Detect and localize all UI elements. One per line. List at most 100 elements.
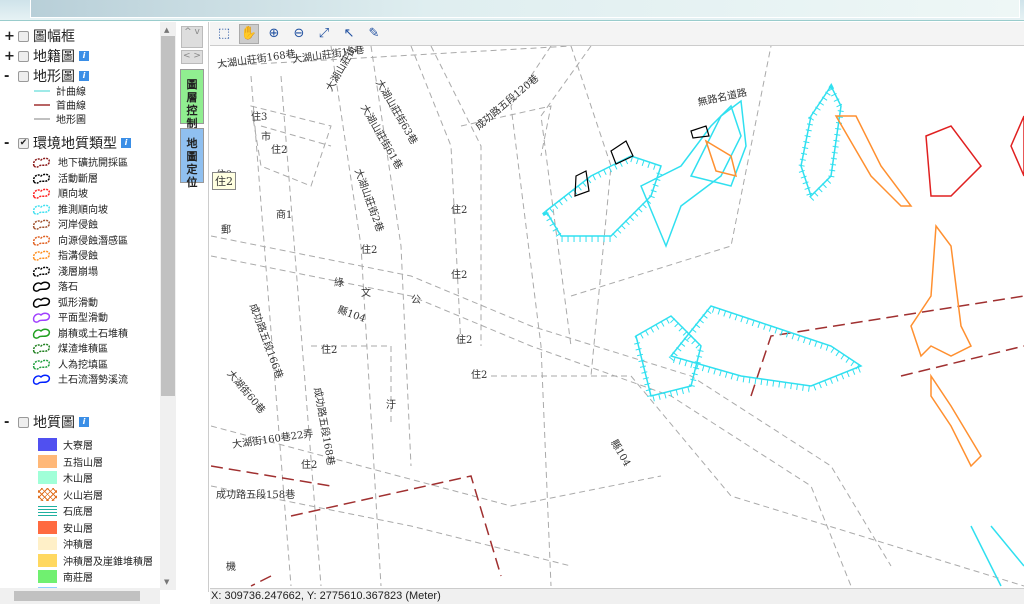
legend-label: 首曲線 <box>56 101 86 112</box>
map-label: 住3 <box>251 112 268 123</box>
color-swatch <box>38 454 57 468</box>
expand-toggle[interactable]: + <box>4 29 15 44</box>
legend-label: 落石 <box>58 282 78 293</box>
map-label: 住2 <box>271 145 288 156</box>
map-label: 住2 <box>451 270 468 281</box>
env-geology-legend-item: 地下礦抗開採區 <box>32 154 128 169</box>
legend-label: 淺層崩塌 <box>58 266 98 278</box>
select-button[interactable]: ↖ <box>339 24 359 44</box>
outline-swatch-icon <box>32 173 51 184</box>
env-geology-legend-item: 指溝侵蝕 <box>32 247 98 262</box>
pan-icon: ✋ <box>240 26 258 41</box>
geology-legend-item: 五指山層 <box>38 454 103 469</box>
env-geology-legend-item: 崩積或土石堆積 <box>32 325 128 340</box>
layer-checkbox[interactable] <box>18 416 29 428</box>
env-geology-legend-item: 弧形滑動 <box>32 294 98 309</box>
info-icon[interactable]: i <box>79 417 89 427</box>
color-swatch <box>38 520 57 534</box>
expand-toggle[interactable]: - <box>4 415 14 430</box>
color-swatch <box>38 471 57 484</box>
collapse-vertical-button[interactable]: ^ v <box>181 26 203 48</box>
map-label: 機 <box>226 562 236 573</box>
layer-checkbox[interactable] <box>18 30 29 42</box>
collapse-horizontal-button[interactable]: < > <box>181 50 203 64</box>
map-label: 住2 <box>456 335 473 346</box>
zoom-out-icon: ⊖ <box>293 26 305 41</box>
map-toolbar: ⬚ ✋ ⊕ ⊖ ⤢ ↖ ✎ <box>210 22 1024 46</box>
tab-layer-control[interactable]: 圖層控制 <box>180 69 204 130</box>
geology-legend-item: 沖積層 <box>38 536 93 551</box>
outline-swatch-icon <box>32 204 51 215</box>
expand-toggle[interactable]: - <box>4 69 14 84</box>
outline-swatch-icon <box>32 343 51 354</box>
env-geology-legend-item: 平面型滑動 <box>32 309 108 324</box>
legend-label: 人為挖填區 <box>58 359 108 371</box>
legend-label: 大寮層 <box>63 441 93 452</box>
layer-checkbox[interactable] <box>18 50 29 62</box>
expand-toggle[interactable]: - <box>4 136 14 151</box>
color-swatch <box>38 553 57 567</box>
road-lines <box>211 46 1024 587</box>
geology-legend-item: 石底層 <box>38 503 93 518</box>
env-geology-legend-item: 落石 <box>32 278 78 293</box>
geology-legend-item: 木山層 <box>38 470 93 485</box>
env-geology-legend-item: 向源侵蝕潛感區 <box>32 232 128 247</box>
info-icon[interactable]: i <box>121 138 131 148</box>
gully-erosion-polygons <box>704 115 982 468</box>
legend-label: 木山層 <box>63 474 93 485</box>
pan-button[interactable]: ✋ <box>239 23 259 44</box>
legend-label: 指溝侵蝕 <box>58 251 98 262</box>
outline-swatch-icon <box>32 250 51 261</box>
legend-label: 順向坡 <box>58 189 88 200</box>
env-geology-legend-item: 煤渣堆積區 <box>32 340 108 355</box>
env-geology-legend-item: 土石流潛勢溪流 <box>32 371 128 386</box>
outline-swatch-icon <box>32 359 51 370</box>
coordinate-readout: X: 309736.247662, Y: 2775610.367823 (Met… <box>210 588 1024 604</box>
map-label: 住2 <box>361 245 378 256</box>
header-banner <box>0 0 1024 21</box>
info-icon[interactable]: i <box>79 71 89 81</box>
map-label: 綠 <box>334 278 344 289</box>
legend-label: 石底層 <box>63 507 93 518</box>
geology-legend-item: 南莊層 <box>38 569 93 584</box>
map-label: 成功路五段158巷 <box>216 490 296 501</box>
line-swatch-icon <box>34 89 50 92</box>
color-swatch <box>38 504 57 517</box>
layer-checkbox[interactable]: ✔ <box>18 137 29 149</box>
legend-label: 沖積層及崖錐堆積層 <box>63 556 153 568</box>
zoom-box-icon: ⬚ <box>217 26 231 41</box>
layer-group-label: 地籍圖 <box>33 49 75 65</box>
zoom-box-button[interactable]: ⬚ <box>214 24 234 44</box>
zoom-out-button[interactable]: ⊖ <box>289 24 309 44</box>
panel-vertical-scrollbar[interactable]: ▲ ▼ <box>160 22 176 590</box>
outline-swatch-icon <box>32 219 51 230</box>
map-label: 住2 <box>301 460 318 471</box>
outline-swatch-icon <box>32 281 51 292</box>
outline-swatch-icon <box>32 157 51 168</box>
layer-panel: + 圖幅框 + 地籍圖 i - 地形圖 i - ✔ 環境地質類型 i - 地質圖 i 計曲線 首曲線 地形圖 地下礦… <box>0 22 176 604</box>
layer-checkbox[interactable] <box>18 70 29 82</box>
legend-label: 平面型滑動 <box>58 313 108 324</box>
full-extent-button[interactable]: ⤢ <box>314 24 334 44</box>
legend-label: 向源侵蝕潛感區 <box>58 235 128 247</box>
info-icon[interactable]: i <box>79 51 89 61</box>
layer-group: + 地籍圖 i <box>4 46 89 66</box>
outline-swatch-icon <box>32 235 51 246</box>
terrain-legend-item: 地形圖 <box>34 111 86 126</box>
tab-map-locate[interactable]: 地圖定位 <box>180 128 204 189</box>
layer-group-label: 圖幅框 <box>33 29 75 45</box>
select-icon: ↖ <box>343 26 355 41</box>
terrain-legend-item: 計曲線 <box>34 83 86 98</box>
line-swatch-icon <box>34 103 50 106</box>
zoom-in-button[interactable]: ⊕ <box>264 24 284 44</box>
measure-button[interactable]: ✎ <box>364 24 384 44</box>
map-canvas[interactable]: 大湖山莊街168巷 大湖山莊街15巷 大湖山莊街120巷 大湖山莊街63巷 大湖山莊街6… <box>211 46 1024 588</box>
map-label: 文 <box>361 288 371 299</box>
zoom-in-icon: ⊕ <box>268 26 280 41</box>
color-swatch <box>38 438 57 451</box>
env-geology-legend-item: 推測順向坡 <box>32 201 108 216</box>
env-geology-legend-item: 順向坡 <box>32 185 88 200</box>
panel-horizontal-scrollbar[interactable] <box>0 588 160 604</box>
expand-toggle[interactable]: + <box>4 49 15 64</box>
color-swatch <box>38 537 57 550</box>
